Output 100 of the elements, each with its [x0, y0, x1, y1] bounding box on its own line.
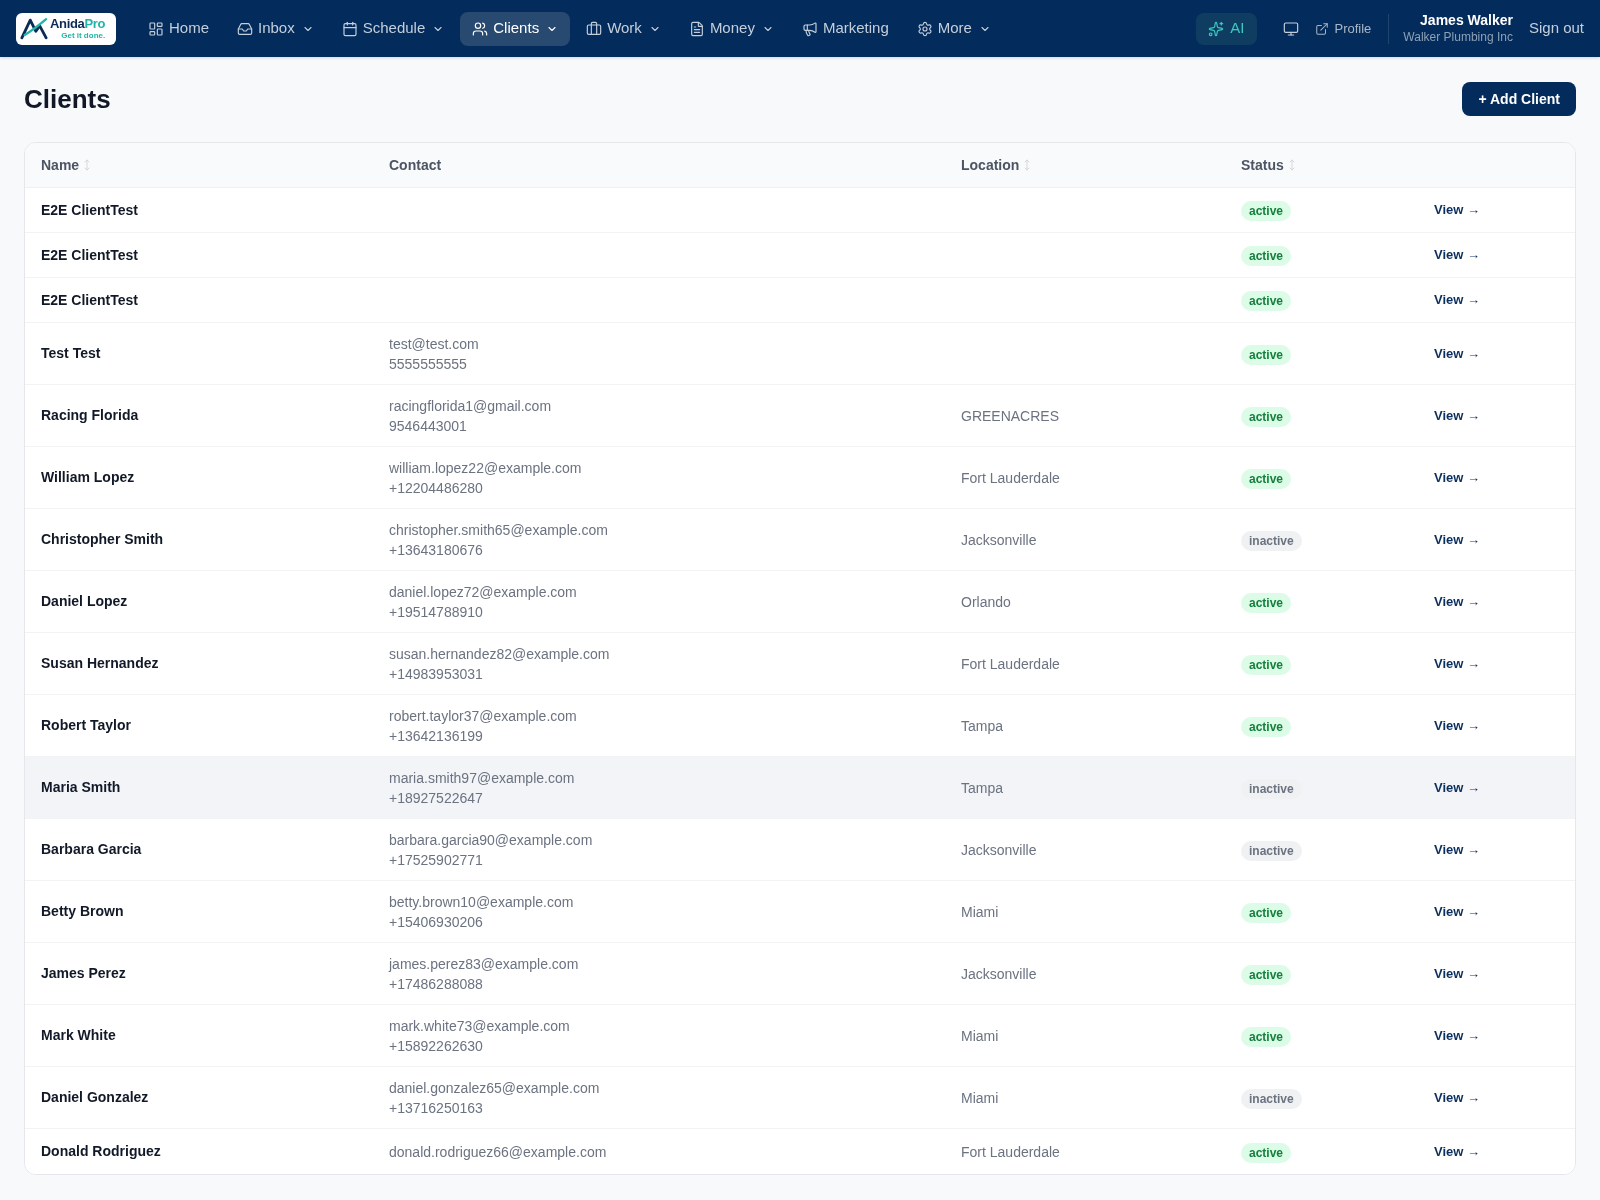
view-link[interactable]: View → — [1434, 653, 1480, 674]
client-name: Test Test — [41, 344, 101, 363]
client-location: Fort Lauderdale — [961, 469, 1060, 486]
nav-item[interactable]: Inbox — [225, 11, 326, 46]
column-header: Contact — [389, 155, 442, 175]
logo-mark-icon — [20, 17, 48, 40]
client-location: Miami — [961, 1027, 999, 1044]
client-location: Jacksonville — [961, 841, 1037, 858]
client-name: E2E ClientTest — [41, 290, 138, 310]
view-link[interactable]: View → — [1434, 1087, 1480, 1108]
client-location: Tampa — [961, 779, 1004, 796]
inbox-icon — [237, 20, 253, 37]
view-link[interactable]: View → — [1434, 200, 1480, 220]
client-email: daniel.gonzalez65@example.com — [389, 1078, 600, 1098]
client-phone: +14983953031 — [389, 664, 484, 684]
view-link[interactable]: View → — [1434, 467, 1480, 488]
client-location: Fort Lauderdale — [961, 655, 1060, 672]
view-link[interactable]: View → — [1434, 529, 1480, 550]
logo[interactable]: AnidaPro Get it done. — [16, 12, 116, 45]
view-link[interactable]: View → — [1434, 290, 1480, 310]
view-link[interactable]: View → — [1434, 901, 1480, 922]
settings-icon — [916, 20, 933, 37]
client-phone: +13642136199 — [389, 726, 484, 746]
client-email: christopher.smith65@example.com — [389, 520, 608, 540]
sparkles-icon — [1208, 20, 1225, 37]
client-email: betty.brown10@example.com — [389, 892, 574, 912]
view-link[interactable]: View → — [1434, 245, 1480, 265]
view-link[interactable]: View → — [1434, 1025, 1480, 1046]
monitor-icon[interactable] — [1282, 20, 1299, 37]
logo-tagline: Get it done. — [61, 32, 106, 40]
status-badge: active — [1241, 291, 1292, 311]
client-phone: 5555555555 — [389, 354, 468, 374]
status-badge: active — [1241, 1026, 1292, 1047]
status-badge: active — [1241, 201, 1292, 221]
client-name: Christopher Smith — [41, 530, 164, 549]
page-title: Clients — [24, 86, 111, 112]
client-location: Miami — [961, 903, 999, 920]
client-phone: +13716250163 — [389, 1098, 484, 1118]
view-link[interactable]: View → — [1434, 777, 1480, 798]
client-phone: +13643180676 — [389, 540, 484, 560]
nav-item[interactable]: More — [904, 11, 1003, 46]
view-link[interactable]: View → — [1434, 963, 1480, 984]
client-name: James Perez — [41, 964, 126, 983]
status-badge: active — [1241, 406, 1292, 427]
view-link[interactable]: View → — [1434, 405, 1480, 426]
client-name: E2E ClientTest — [41, 245, 138, 265]
column-header[interactable]: Status — [1241, 154, 1298, 176]
megaphone-icon — [801, 20, 818, 37]
client-email: donald.rodriguez66@example.com — [389, 1142, 607, 1162]
view-link[interactable]: View → — [1434, 839, 1480, 860]
profile-link[interactable]: Profile — [1314, 18, 1372, 39]
nav-item[interactable]: Clients — [460, 11, 571, 46]
add-client-button[interactable]: + Add Client — [1462, 82, 1576, 116]
client-email: mark.white73@example.com — [389, 1016, 570, 1036]
column-header[interactable]: Location — [961, 154, 1034, 176]
client-email: susan.hernandez82@example.com — [389, 644, 610, 664]
client-location: Orlando — [961, 593, 1011, 610]
client-phone: +12204486280 — [389, 478, 484, 498]
nav-item[interactable]: Work — [574, 11, 673, 46]
ai-button[interactable]: AI — [1196, 12, 1257, 45]
external-link-icon — [1314, 21, 1329, 36]
client-name: Robert Taylor — [41, 716, 131, 735]
status-badge: active — [1241, 716, 1292, 737]
status-badge: active — [1241, 246, 1292, 266]
column-header[interactable]: Name — [41, 154, 94, 176]
client-name: Daniel Gonzalez — [41, 1088, 149, 1107]
sign-out-link[interactable]: Sign out — [1528, 17, 1584, 40]
client-phone: 9546443001 — [389, 416, 468, 436]
status-badge: inactive — [1241, 778, 1302, 799]
nav-item[interactable]: Marketing — [789, 11, 901, 46]
client-location: Miami — [961, 1089, 999, 1106]
client-name: William Lopez — [41, 468, 135, 487]
client-location: Tampa — [961, 717, 1004, 734]
status-badge: inactive — [1241, 530, 1302, 551]
client-name: Maria Smith — [41, 778, 121, 797]
view-link[interactable]: View → — [1434, 343, 1480, 364]
client-email: maria.smith97@example.com — [389, 768, 575, 788]
view-link[interactable]: View → — [1434, 1141, 1480, 1162]
view-link[interactable]: View → — [1434, 591, 1480, 612]
client-name: Racing Florida — [41, 406, 139, 425]
nav-item[interactable]: Home — [136, 11, 221, 46]
view-link[interactable]: View → — [1434, 715, 1480, 736]
user-name: James Walker — [1420, 12, 1513, 30]
client-phone: +15892262630 — [389, 1036, 484, 1056]
nav-item[interactable]: Money — [676, 11, 786, 46]
status-badge: active — [1241, 964, 1292, 985]
client-location: Fort Lauderdale — [961, 1143, 1060, 1160]
client-email: william.lopez22@example.com — [389, 458, 582, 478]
status-badge: active — [1241, 902, 1292, 923]
nav-item[interactable]: Schedule — [329, 11, 457, 46]
client-email: barbara.garcia90@example.com — [389, 830, 593, 850]
document-icon — [688, 20, 705, 37]
client-phone: +18927522647 — [389, 788, 484, 808]
dashboard-icon — [148, 20, 164, 37]
client-phone: +17486288088 — [389, 974, 484, 994]
client-location: GREENACRES — [961, 407, 1060, 424]
client-location: Jacksonville — [961, 965, 1037, 982]
status-badge: active — [1241, 592, 1292, 613]
client-email: racingflorida1@gmail.com — [389, 396, 552, 416]
company-name: Walker Plumbing Inc — [1403, 29, 1513, 45]
